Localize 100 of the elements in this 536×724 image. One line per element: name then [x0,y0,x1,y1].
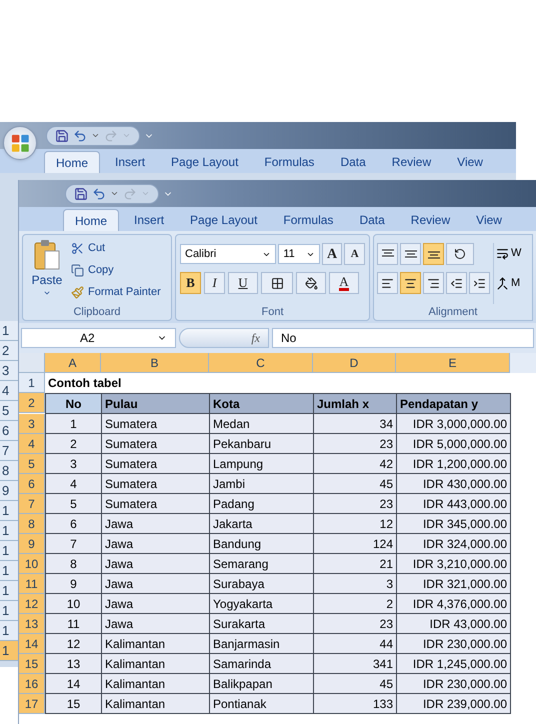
ribbon-tab[interactable]: Insert [104,151,156,173]
clipboard-item[interactable]: Format Painter [71,283,161,302]
row-header[interactable]: 1 [0,641,18,661]
ribbon-tab[interactable]: Data [348,209,396,231]
row-header[interactable]: 4 [0,381,18,401]
ribbon-tab[interactable]: Review [380,151,442,173]
row-header[interactable]: 17 [19,694,45,714]
column-header[interactable]: A [45,353,101,373]
row-header[interactable]: 3 [0,361,18,381]
ribbon-tab[interactable]: View [465,209,513,231]
fx-button[interactable]: fx [179,328,269,348]
row-header[interactable]: 1 [0,521,18,541]
row-header[interactable]: 1 [0,621,18,641]
clipboard-icon [33,239,61,271]
ribbon-tab[interactable]: Home [63,209,120,231]
caret-icon[interactable] [91,131,100,140]
ribbon-tab[interactable]: Page Layout [179,209,268,231]
row-header[interactable]: 10 [19,554,45,574]
increase-indent-button[interactable] [469,272,490,294]
row-header[interactable]: 6 [0,421,18,441]
font-size-select[interactable]: 11 [278,244,320,264]
row-header[interactable]: 7 [0,441,18,461]
paintbrush-icon [71,286,84,299]
row-header[interactable]: 13 [19,614,45,634]
table-cell: 11 [46,614,102,634]
row-header[interactable]: 8 [0,461,18,481]
save-icon[interactable] [74,186,88,200]
table-cell: 133 [314,694,397,714]
row-header[interactable]: 15 [19,654,45,674]
ribbon-tab[interactable]: View [446,151,494,173]
table-cell: Sumatera [102,414,210,434]
grow-font-button[interactable]: A [322,243,342,265]
horizontal-align-button[interactable] [423,272,444,294]
borders-button[interactable] [261,272,293,294]
ribbon-tab[interactable]: Data [329,151,377,173]
merge-button[interactable]: M [496,273,522,293]
row-header[interactable]: 1 [0,321,18,341]
row-header[interactable]: 1 [0,541,18,561]
ribbon-tab[interactable]: Formulas [253,151,326,173]
vertical-align-button[interactable] [400,243,421,265]
undo-icon[interactable] [73,128,87,142]
ribbon-tab[interactable]: Page Layout [160,151,250,173]
clipboard-item[interactable]: Cut [71,239,161,258]
table-cell: Jawa [102,594,210,614]
table-cell: 45 [314,474,397,494]
row-header[interactable]: 8 [19,514,45,534]
fill-color-button[interactable] [296,272,326,294]
row-header[interactable]: 1 [0,561,18,581]
row-header[interactable]: 1 [19,373,45,393]
save-icon[interactable] [55,128,69,142]
column-header[interactable]: C [209,353,313,373]
row-header[interactable]: 9 [0,481,18,501]
font-name-select[interactable]: Calibri [180,244,276,264]
orientation-button[interactable] [446,243,474,265]
row-header[interactable]: 1 [0,581,18,601]
caret-icon [43,289,51,297]
column-header[interactable]: B [101,353,209,373]
name-box[interactable]: A2 [21,328,176,348]
row-header[interactable]: 4 [19,434,45,454]
column-header[interactable]: E [396,353,510,373]
undo-icon[interactable] [92,186,106,200]
clipboard-item[interactable]: Copy [71,261,161,280]
ribbon-tab[interactable]: Home [44,151,100,173]
wrap-text-button[interactable]: W [496,243,522,263]
ribbon-tab[interactable]: Insert [123,209,176,231]
horizontal-align-button[interactable] [400,272,421,294]
table-cell: IDR 430,000.00 [397,474,511,494]
table-cell: Kalimantan [102,634,210,654]
vertical-align-button[interactable] [377,243,398,265]
row-header[interactable]: 5 [19,454,45,474]
row-header[interactable]: 2 [19,393,45,413]
vertical-align-button[interactable] [423,243,444,265]
table-cell: Lampung [210,454,314,474]
italic-button[interactable]: I [204,272,225,294]
bold-button[interactable]: B [180,272,201,294]
decrease-indent-button[interactable] [446,272,467,294]
ribbon-tab[interactable]: Formulas [272,209,344,231]
formula-field[interactable]: No [272,328,534,348]
caret-icon[interactable] [110,189,119,198]
ribbon-tab[interactable]: Review [400,209,462,231]
row-header[interactable]: 5 [0,401,18,421]
row-header[interactable]: 1 [0,601,18,621]
table-cell: Sumatera [102,454,210,474]
shrink-font-button[interactable]: A [344,243,365,265]
row-header[interactable]: 2 [0,341,18,361]
row-header[interactable]: 6 [19,474,45,494]
underline-button[interactable]: U [228,272,258,294]
row-header[interactable]: 1 [0,501,18,521]
row-header[interactable]: 3 [19,414,45,434]
row-header[interactable]: 12 [19,594,45,614]
table-cell: IDR 43,000.00 [397,614,511,634]
row-header[interactable]: 11 [19,574,45,594]
column-header[interactable]: D [313,353,396,373]
row-header[interactable]: 7 [19,494,45,514]
row-header[interactable]: 9 [19,534,45,554]
horizontal-align-button[interactable] [377,272,398,294]
paste-button[interactable]: Paste [27,239,67,304]
row-header[interactable]: 14 [19,634,45,654]
row-header[interactable]: 16 [19,674,45,694]
font-color-button[interactable]: A [329,272,359,294]
